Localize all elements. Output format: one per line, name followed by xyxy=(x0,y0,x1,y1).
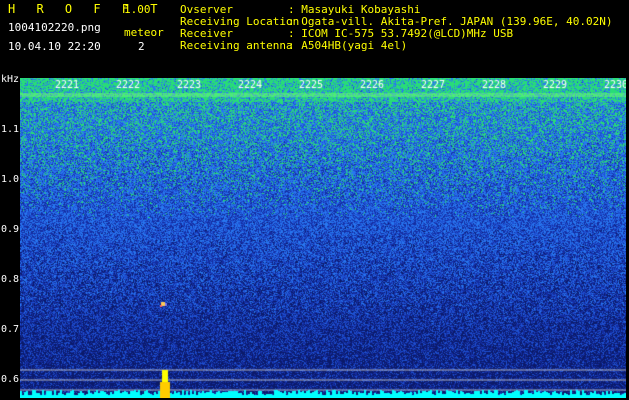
y-tick-0-9: 0.9 xyxy=(1,224,20,235)
spectrogram-plot xyxy=(20,78,626,398)
date-time: 10.04.10 22:20 xyxy=(8,40,101,53)
app-version: 1.00 xyxy=(124,3,151,16)
y-tick-1-0: 1.0 xyxy=(1,174,20,185)
y-axis-unit: kHz xyxy=(1,74,20,85)
spectrogram-canvas xyxy=(20,78,626,398)
antenna-value: : A504HB(yagi 4el) xyxy=(288,39,408,52)
header-panel: H R O F F T 1.00 1004102220.png 10.04.10… xyxy=(0,0,629,76)
meteor-count: 2 xyxy=(138,40,145,53)
antenna-label: Receiving antenna xyxy=(180,39,293,52)
y-tick-0-8: 0.8 xyxy=(1,274,20,285)
y-tick-1-1: 1.1 xyxy=(1,124,20,135)
file-name: 1004102220.png xyxy=(8,21,101,34)
y-tick-0-7: 0.7 xyxy=(1,324,20,335)
meteor-label: meteor xyxy=(124,26,164,39)
hroft-screenshot: H R O F F T 1.00 1004102220.png 10.04.10… xyxy=(0,0,629,400)
y-tick-0-6: 0.6 xyxy=(1,374,20,385)
